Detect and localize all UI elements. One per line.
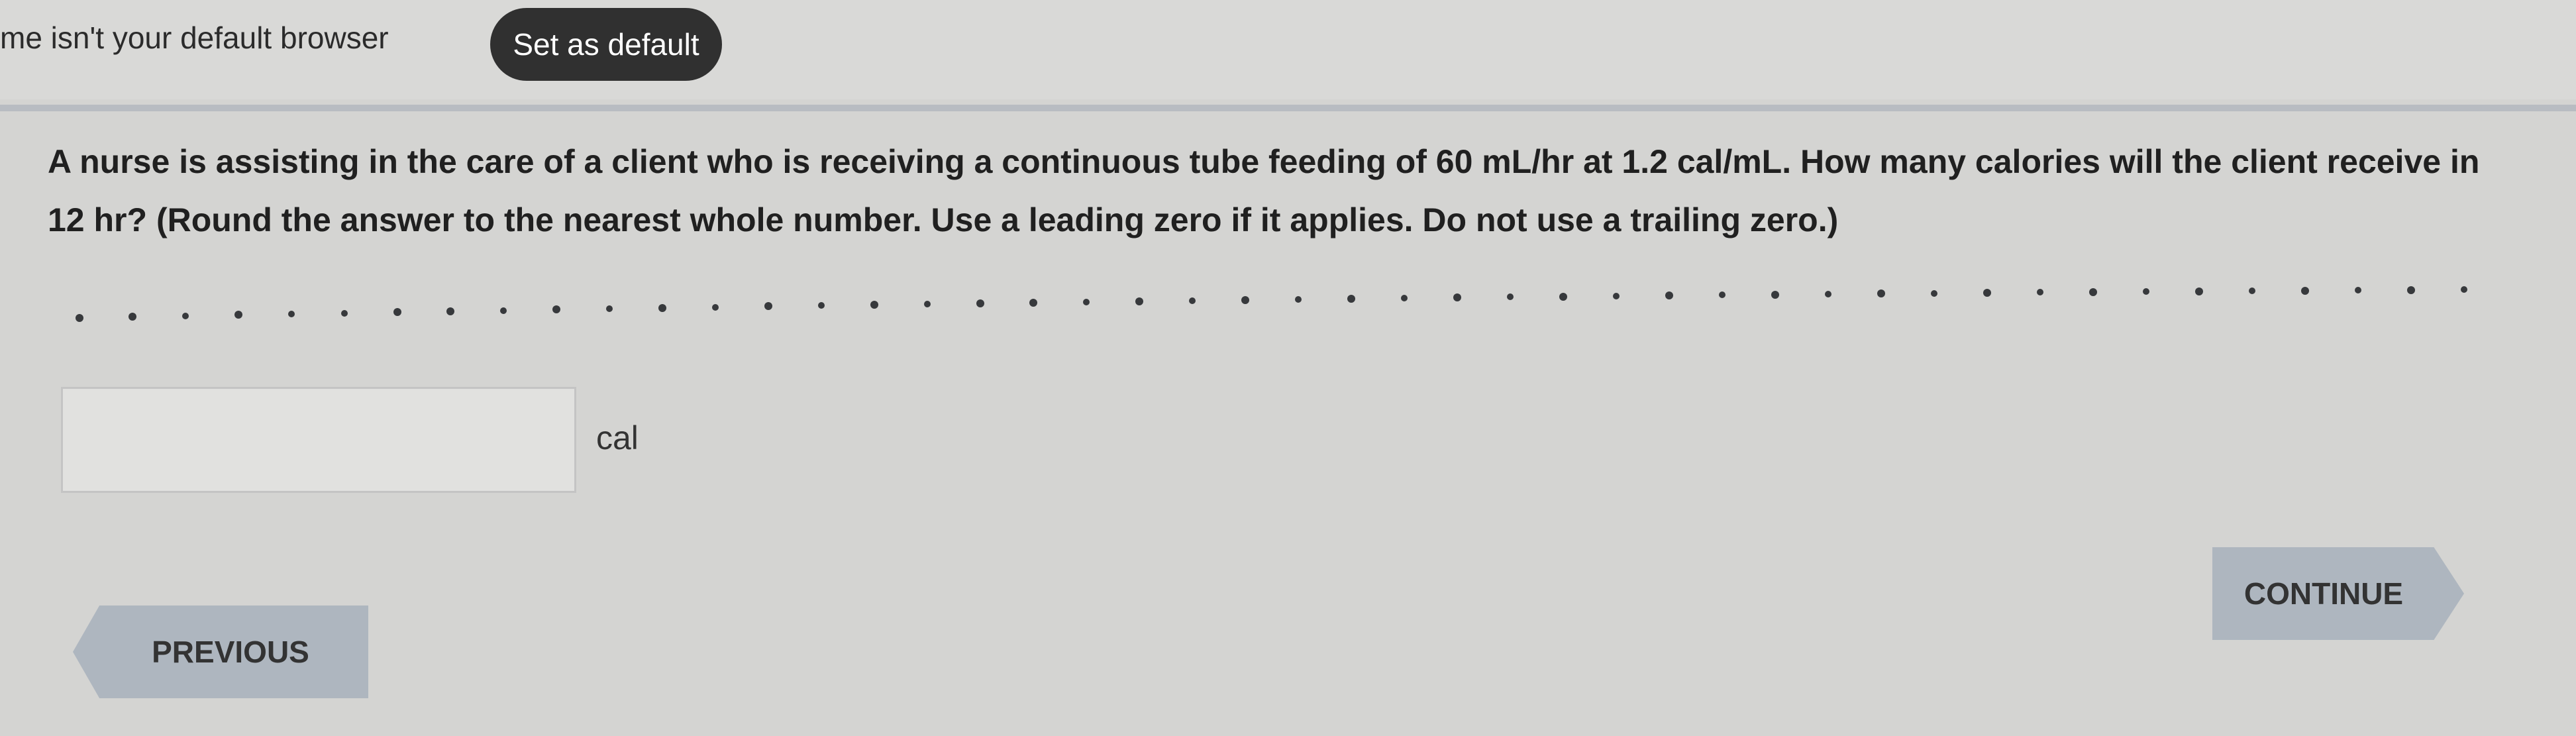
question-text: A nurse is assisting in the care of a cl… bbox=[48, 143, 2480, 238]
continue-button[interactable]: CONTINUE bbox=[2212, 547, 2464, 640]
banner-message: me isn't your default browser bbox=[0, 21, 389, 55]
unit-label: cal bbox=[596, 419, 639, 456]
previous-label: PREVIOUS bbox=[152, 635, 309, 669]
answer-input[interactable] bbox=[61, 387, 576, 493]
browser-default-banner: me isn't your default browser Set as def… bbox=[0, 0, 2576, 99]
set-as-default-button[interactable]: Set as default bbox=[490, 8, 722, 81]
banner-divider bbox=[0, 105, 2576, 111]
previous-button[interactable]: PREVIOUS bbox=[73, 605, 368, 698]
dotted-separator bbox=[76, 286, 2467, 322]
continue-label: CONTINUE bbox=[2243, 576, 2404, 611]
